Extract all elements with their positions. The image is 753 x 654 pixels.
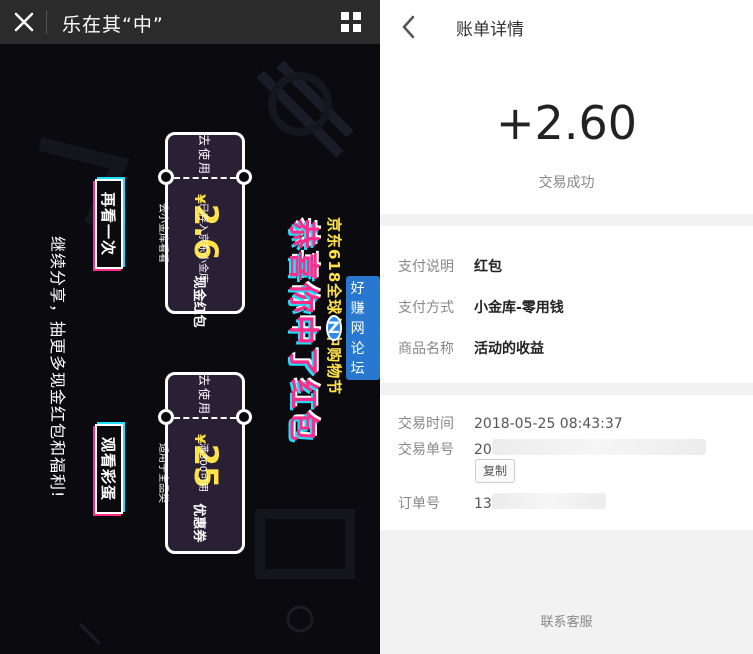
headline: 恭喜你中了红包 — [285, 219, 320, 443]
detail-value: 小金库-零用钱 — [474, 300, 564, 316]
redacted-txn-number — [492, 439, 706, 455]
ticket1-desc2: 去小金库看看 — [157, 203, 168, 263]
grid-menu-icon[interactable] — [340, 11, 362, 33]
promo-header: 乐在其“中” — [0, 0, 380, 44]
detail-label: 商品名称 — [398, 341, 454, 357]
ticket2-desc1: 满300可用 — [197, 443, 208, 493]
watermark: Z 好赚网论坛 — [326, 276, 380, 380]
copy-button[interactable]: 复制 — [475, 459, 515, 483]
txn-label: 交易单号 — [398, 442, 454, 458]
watermark-text: 好赚网论坛 — [345, 276, 380, 380]
redacted-order-number — [492, 493, 606, 509]
detail-row: 支付说明 红包 — [398, 256, 502, 276]
detail-value: 红包 — [474, 259, 502, 275]
meta-row: 交易单号 20 — [398, 439, 492, 459]
watermark-logo: Z — [326, 315, 342, 341]
meta-row: 交易时间 2018-05-25 08:43:37 — [398, 413, 623, 433]
ticket-notch — [158, 409, 174, 425]
transaction-status: 交易成功 — [538, 175, 595, 191]
detail-label: 支付方式 — [398, 300, 454, 316]
detail-label: 支付说明 — [398, 259, 454, 275]
amount: +2.60 — [496, 96, 637, 150]
order-label: 订单号 — [398, 496, 440, 512]
detail-value: 活动的收益 — [474, 341, 544, 357]
detail-row: 支付方式 小金库-零用钱 — [398, 297, 564, 317]
contact-service-link[interactable]: 联系客服 — [380, 611, 753, 630]
ticket-notch — [158, 169, 174, 185]
use-label: 去使用 — [197, 373, 211, 416]
watch-egg-button[interactable]: 观看彩蛋 — [95, 424, 123, 514]
detail-row: 商品名称 活动的收益 — [398, 338, 544, 358]
page-title: 账单详情 — [456, 20, 524, 40]
ticket-notch — [236, 169, 252, 185]
promo-title: 乐在其“中” — [62, 14, 164, 36]
watch-again-button[interactable]: 再看一次 — [95, 179, 123, 269]
use-label: 去使用 — [197, 133, 211, 176]
ticket-notch — [236, 409, 252, 425]
cash-redpacket-ticket[interactable]: 去使用 ¥2.6 现金红包 已存入京东小金库 去小金库看看 — [157, 132, 252, 328]
txn-value: 20 — [474, 442, 492, 458]
meta-row: 订单号 13 — [398, 493, 492, 513]
bill-detail-panel: 账单详情 +2.60 交易成功 支付说明 红包 支付方式 小金库-零用钱 商品名称 活… — [380, 0, 753, 654]
section-divider — [380, 214, 753, 226]
order-value: 13 — [474, 496, 492, 512]
bill-header: 账单详情 — [380, 0, 753, 54]
header-divider — [46, 10, 47, 34]
ticket2-desc2: 适用于全品类 — [157, 443, 168, 503]
promo-panel: 乐在其“中” 继续分享，抽更多现金红包和福利! 再看一次 观看彩蛋 去使用 ¥2… — [0, 0, 380, 654]
time-label: 交易时间 — [398, 416, 454, 432]
continue-share-text: 继续分享，抽更多现金红包和福利! — [48, 236, 67, 499]
coupon-ticket[interactable]: 去使用 ¥25 优惠券 满300可用 适用于全品类 — [157, 372, 252, 554]
section-divider — [380, 383, 753, 395]
bottom-area — [380, 530, 753, 654]
chevron-left-icon[interactable] — [398, 14, 420, 40]
close-icon[interactable] — [12, 10, 36, 34]
time-value: 2018-05-25 08:43:37 — [474, 416, 623, 432]
ticket1-desc1: 已存入京东小金库 — [197, 203, 208, 283]
